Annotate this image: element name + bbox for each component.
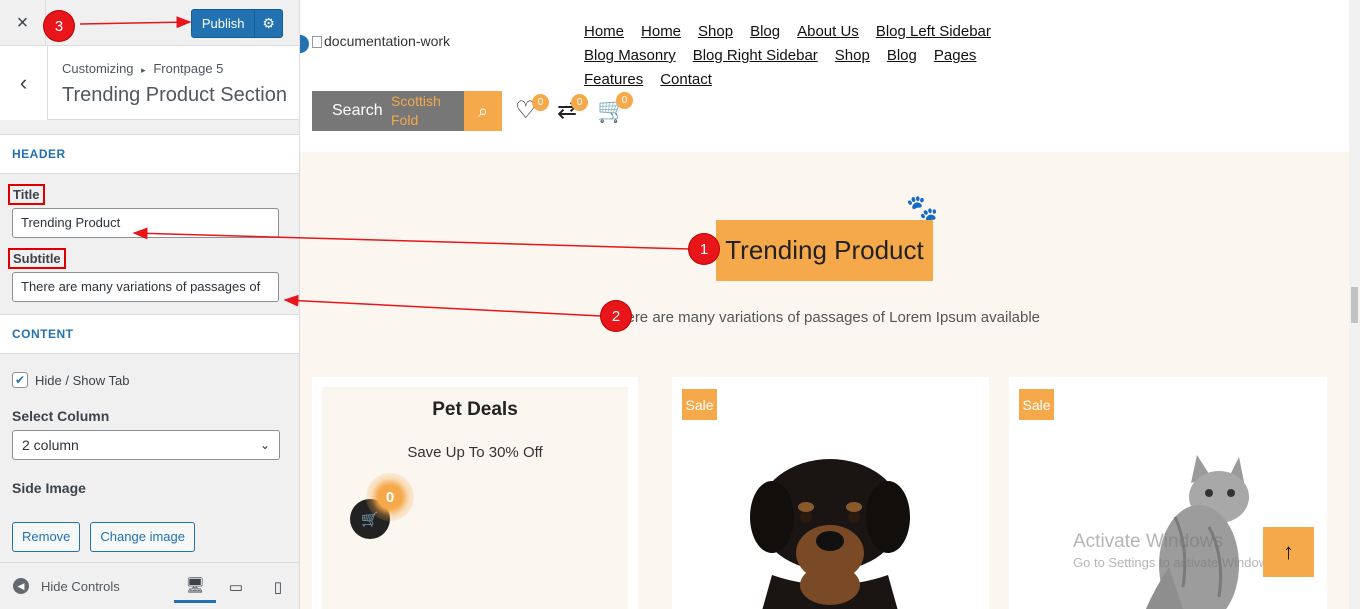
- breadcrumb: Customizing ▸ Frontpage 5: [62, 61, 223, 76]
- activate-line2: Go to Settings to activate Windows.: [1073, 555, 1279, 570]
- chevron-left-icon: ‹: [19, 70, 28, 95]
- search-label: Search: [332, 102, 383, 119]
- pet-deals-banner: Pet Deals Save Up To 30% Off 🛒 0: [322, 387, 628, 609]
- nav-item-shop[interactable]: Shop: [698, 20, 733, 44]
- publish-button[interactable]: Publish ⚙: [191, 9, 283, 38]
- site-header: documentation-work Home Home Shop Blog About…: [300, 0, 1349, 152]
- scrollbar-thumb[interactable]: [1351, 287, 1358, 323]
- main-navigation: Home Home Shop Blog About Us Blog Left Sideba…: [584, 20, 1054, 92]
- search-icon: ⌕: [477, 100, 489, 121]
- customizer-section-header: ‹ Customizing ▸ Frontpage 5 Trending Pro…: [0, 46, 299, 120]
- hide-show-tab-label: Hide / Show Tab: [35, 372, 130, 388]
- desktop-preview-icon[interactable]: 🖥: [174, 569, 216, 603]
- annotation-step-1: 1: [689, 234, 719, 264]
- breadcrumb-page: Frontpage 5: [153, 61, 224, 76]
- nav-item-features[interactable]: Features: [584, 68, 643, 92]
- nav-item-home[interactable]: Home: [584, 20, 624, 44]
- customizer-footer: ◀ Hide Controls 🖥 ▭ ▯: [0, 562, 299, 609]
- chevron-down-icon: ⌄: [259, 438, 270, 452]
- activate-line1: Activate Windows: [1073, 531, 1223, 552]
- tablet-preview-icon[interactable]: ▭: [226, 575, 246, 599]
- grey-kitten-image: [1145, 455, 1249, 609]
- trending-product-subtitle: There are many variations of passages of…: [608, 309, 1041, 326]
- breadcrumb-separator-icon: ▸: [141, 65, 146, 75]
- sale-badge-2: Sale: [1019, 389, 1054, 420]
- arrow-up-icon: ↑: [1283, 539, 1294, 564]
- select-column-value: 2 column: [22, 437, 79, 453]
- nav-item-pages[interactable]: Pages: [934, 44, 977, 68]
- pet-deals-title: Pet Deals: [432, 399, 518, 420]
- windows-activation-watermark: Activate Windows Go to Settings to activ…: [1073, 531, 1278, 570]
- deals-count-badge: 0: [366, 473, 414, 521]
- title-field-label: Title: [8, 184, 45, 205]
- product-card-dog[interactable]: Sale: [672, 377, 989, 609]
- content-group-heading: CONTENT: [0, 314, 299, 354]
- wishlist-count-badge: 0: [532, 94, 549, 111]
- content-controls: ✔ Hide / Show Tab Select Column 2 column…: [0, 372, 299, 552]
- site-logo[interactable]: documentation-work: [312, 33, 450, 49]
- search-category-select[interactable]: Scottish Fold: [391, 91, 471, 131]
- nav-item-home-2[interactable]: Home: [641, 20, 681, 44]
- annotation-step-3: 3: [44, 11, 74, 41]
- nav-item-blog[interactable]: Blog: [750, 20, 780, 44]
- breadcrumb-root: Customizing: [62, 61, 134, 76]
- pet-deals-card[interactable]: Pet Deals Save Up To 30% Off 🛒 0: [312, 377, 638, 609]
- collapse-toggle-icon[interactable]: [300, 35, 309, 53]
- page-scrollbar[interactable]: [1349, 0, 1360, 609]
- trending-product-title: Trending Product: [716, 220, 933, 281]
- publish-settings-gear-icon[interactable]: ⚙: [254, 10, 282, 37]
- nav-item-blog-2[interactable]: Blog: [887, 44, 917, 68]
- side-image-label: Side Image: [12, 480, 86, 496]
- annotation-step-2: 2: [601, 301, 631, 331]
- hide-show-tab-row: ✔ Hide / Show Tab: [12, 372, 287, 388]
- back-button[interactable]: ‹: [0, 46, 48, 120]
- broken-image-icon: [312, 36, 322, 49]
- mobile-preview-icon[interactable]: ▯: [268, 575, 288, 599]
- screen: × Publish ⚙ ‹ Customizing ▸ Frontpage 5 …: [0, 0, 1360, 609]
- header-controls: Title Trending Product Subtitle There ar…: [0, 174, 299, 302]
- nav-item-contact[interactable]: Contact: [660, 68, 712, 92]
- publish-label: Publish: [201, 16, 245, 31]
- change-image-button[interactable]: Change image: [90, 522, 195, 552]
- compare-count-badge: 0: [571, 94, 588, 111]
- section-title: Trending Product Section: [62, 84, 287, 106]
- pet-deals-subtitle: Save Up To 30% Off: [407, 444, 543, 461]
- title-input[interactable]: Trending Product: [12, 208, 279, 238]
- logo-alt-text: documentation-work: [324, 33, 451, 49]
- nav-item-blog-right-sidebar[interactable]: Blog Right Sidebar: [693, 44, 818, 68]
- sale-badge: Sale: [682, 389, 717, 420]
- remove-image-button[interactable]: Remove: [12, 522, 81, 552]
- hide-controls-icon[interactable]: ◀: [13, 578, 29, 594]
- search-button[interactable]: ⌕: [464, 91, 502, 131]
- cart-count-badge: 0: [616, 92, 633, 109]
- close-icon: ×: [16, 11, 29, 34]
- hide-show-tab-checkbox[interactable]: ✔: [12, 372, 28, 388]
- select-column-label: Select Column: [12, 408, 110, 424]
- customizer-panel: × Publish ⚙ ‹ Customizing ▸ Frontpage 5 …: [0, 0, 300, 609]
- header-group-heading: HEADER: [0, 134, 299, 174]
- close-customizer-button[interactable]: ×: [0, 0, 46, 46]
- scroll-to-top-button[interactable]: ↑: [1263, 527, 1314, 577]
- subtitle-input[interactable]: There are many variations of passages of: [12, 272, 279, 302]
- select-column-dropdown[interactable]: 2 column ⌄: [12, 430, 280, 460]
- rottweiler-puppy-image: [750, 459, 910, 609]
- nav-item-blog-masonry[interactable]: Blog Masonry: [584, 44, 676, 68]
- nav-item-about-us[interactable]: About Us: [797, 20, 859, 44]
- nav-item-shop-2[interactable]: Shop: [835, 44, 870, 68]
- hide-controls-label[interactable]: Hide Controls: [41, 579, 120, 594]
- subtitle-field-label: Subtitle: [8, 248, 66, 269]
- nav-item-blog-left-sidebar[interactable]: Blog Left Sidebar: [876, 20, 991, 44]
- site-preview: documentation-work Home Home Shop Blog About…: [300, 0, 1349, 609]
